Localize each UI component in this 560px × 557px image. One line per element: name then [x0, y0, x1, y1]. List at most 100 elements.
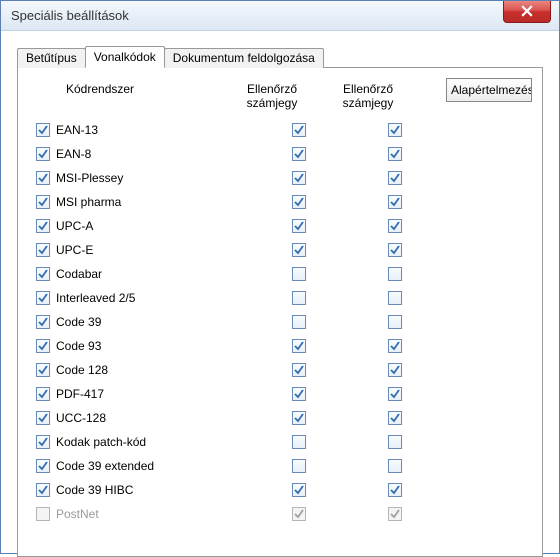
barcode-row: Code 39 extended [36, 454, 530, 478]
column-codesystem: Kódrendszer [36, 82, 224, 110]
barcode-name: Code 39 HIBC [56, 483, 133, 497]
check-digit-2-checkbox[interactable] [388, 411, 402, 425]
barcode-name: Code 39 [56, 315, 101, 329]
barcode-row: PDF-417 [36, 382, 530, 406]
check-digit-1-checkbox[interactable] [292, 219, 306, 233]
check-digit-1-checkbox[interactable] [292, 147, 306, 161]
check-digit-1-checkbox [292, 507, 306, 521]
tab-panel-vonalkodok: Alapértelmezés Kódrendszer Ellenőrző szá… [17, 67, 543, 557]
check-digit-2-checkbox[interactable] [388, 459, 402, 473]
enable-checkbox[interactable] [36, 291, 50, 305]
check-digit-2-checkbox[interactable] [388, 267, 402, 281]
enable-checkbox[interactable] [36, 315, 50, 329]
barcode-row: Interleaved 2/5 [36, 286, 530, 310]
close-button[interactable] [503, 1, 551, 23]
enable-checkbox[interactable] [36, 267, 50, 281]
check-digit-2-checkbox [388, 507, 402, 521]
check-digit-1-checkbox[interactable] [292, 267, 306, 281]
barcode-name: Code 39 extended [56, 459, 154, 473]
check-digit-2-checkbox[interactable] [388, 339, 402, 353]
check-digit-1-checkbox[interactable] [292, 195, 306, 209]
check-digit-2-checkbox[interactable] [388, 435, 402, 449]
enable-checkbox[interactable] [36, 171, 50, 185]
barcode-row: MSI-Plessey [36, 166, 530, 190]
enable-checkbox[interactable] [36, 123, 50, 137]
defaults-button[interactable]: Alapértelmezés [446, 78, 532, 102]
titlebar: Speciális beállítások [1, 1, 559, 31]
enable-checkbox[interactable] [36, 243, 50, 257]
enable-checkbox[interactable] [36, 339, 50, 353]
barcode-rows: EAN-13 EAN-8 MSI-Plessey MSI pharma UPC-A UPC… [36, 118, 530, 526]
window-title: Speciális beállítások [11, 8, 129, 23]
barcode-row: UCC-128 [36, 406, 530, 430]
enable-checkbox[interactable] [36, 483, 50, 497]
barcode-row: Codabar [36, 262, 530, 286]
tab-bet-t-pus[interactable]: Betűtípus [17, 48, 86, 68]
barcode-name: Interleaved 2/5 [56, 291, 135, 305]
check-digit-1-checkbox[interactable] [292, 387, 306, 401]
barcode-name: UPC-E [56, 243, 93, 257]
enable-checkbox [36, 507, 50, 521]
enable-checkbox[interactable] [36, 411, 50, 425]
barcode-row: Code 39 HIBC [36, 478, 530, 502]
barcode-name: EAN-8 [56, 147, 91, 161]
barcode-row: EAN-13 [36, 118, 530, 142]
barcode-name: EAN-13 [56, 123, 98, 137]
check-digit-2-checkbox[interactable] [388, 195, 402, 209]
check-digit-1-checkbox[interactable] [292, 123, 306, 137]
check-digit-2-checkbox[interactable] [388, 219, 402, 233]
check-digit-2-checkbox[interactable] [388, 171, 402, 185]
check-digit-2-checkbox[interactable] [388, 147, 402, 161]
enable-checkbox[interactable] [36, 195, 50, 209]
check-digit-1-checkbox[interactable] [292, 339, 306, 353]
barcode-name: UPC-A [56, 219, 93, 233]
check-digit-1-checkbox[interactable] [292, 363, 306, 377]
check-digit-2-checkbox[interactable] [388, 363, 402, 377]
tab-dokumentum-feldolgoz-sa[interactable]: Dokumentum feldolgozása [164, 48, 324, 68]
check-digit-1-checkbox[interactable] [292, 435, 306, 449]
column-check1: Ellenőrző számjegy [224, 82, 320, 110]
barcode-row: EAN-8 [36, 142, 530, 166]
barcode-row: PostNet [36, 502, 530, 526]
barcode-name: Code 93 [56, 339, 101, 353]
check-digit-1-checkbox[interactable] [292, 243, 306, 257]
column-check2: Ellenőrző számjegy [320, 82, 416, 110]
check-digit-1-checkbox[interactable] [292, 171, 306, 185]
barcode-name: Code 128 [56, 363, 108, 377]
check-digit-1-checkbox[interactable] [292, 315, 306, 329]
enable-checkbox[interactable] [36, 459, 50, 473]
barcode-row: Code 93 [36, 334, 530, 358]
barcode-name: Codabar [56, 267, 102, 281]
tab-vonalk-dok[interactable]: Vonalkódok [85, 46, 165, 68]
content: BetűtípusVonalkódokDokumentum feldolgozá… [1, 31, 559, 557]
barcode-name: MSI pharma [56, 195, 121, 209]
check-digit-2-checkbox[interactable] [388, 315, 402, 329]
check-digit-2-checkbox[interactable] [388, 387, 402, 401]
barcode-row: Kodak patch-kód [36, 430, 530, 454]
check-digit-1-checkbox[interactable] [292, 411, 306, 425]
barcode-name: MSI-Plessey [56, 171, 123, 185]
check-digit-1-checkbox[interactable] [292, 483, 306, 497]
enable-checkbox[interactable] [36, 387, 50, 401]
barcode-row: MSI pharma [36, 190, 530, 214]
check-digit-1-checkbox[interactable] [292, 459, 306, 473]
close-icon [521, 5, 533, 17]
barcode-row: UPC-E [36, 238, 530, 262]
check-digit-1-checkbox[interactable] [292, 291, 306, 305]
barcode-name: PDF-417 [56, 387, 104, 401]
window: Speciális beállítások BetűtípusVonalkódo… [0, 0, 560, 554]
check-digit-2-checkbox[interactable] [388, 123, 402, 137]
enable-checkbox[interactable] [36, 219, 50, 233]
check-digit-2-checkbox[interactable] [388, 243, 402, 257]
barcode-name: UCC-128 [56, 411, 106, 425]
tab-row: BetűtípusVonalkódokDokumentum feldolgozá… [17, 45, 543, 67]
check-digit-2-checkbox[interactable] [388, 483, 402, 497]
check-digit-2-checkbox[interactable] [388, 291, 402, 305]
enable-checkbox[interactable] [36, 435, 50, 449]
enable-checkbox[interactable] [36, 363, 50, 377]
barcode-row: Code 39 [36, 310, 530, 334]
barcode-row: Code 128 [36, 358, 530, 382]
barcode-name: PostNet [56, 507, 99, 521]
enable-checkbox[interactable] [36, 147, 50, 161]
barcode-name: Kodak patch-kód [56, 435, 146, 449]
